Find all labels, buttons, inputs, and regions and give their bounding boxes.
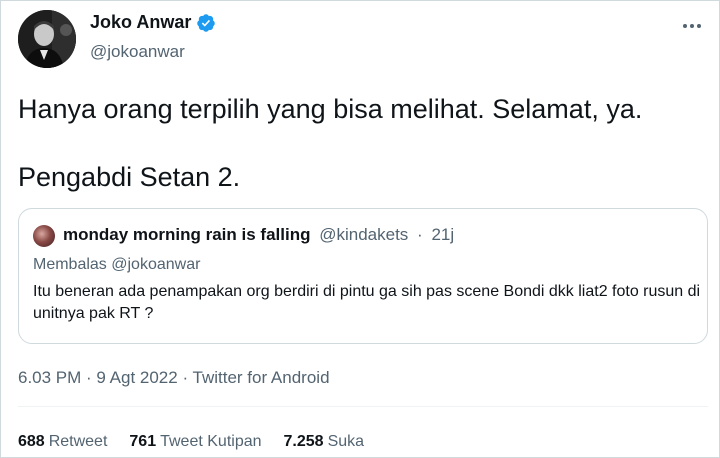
tweet-timestamp[interactable]: 6.03 PM · 9 Agt 2022 · Twitter for Andro… (18, 368, 330, 388)
quote-tweet-count-label: Tweet Kutipan (160, 433, 262, 450)
author-handle[interactable]: @jokoanwar (90, 42, 185, 62)
engagement-stats: 688 Retweet 761 Tweet Kutipan 7.258 Suka (18, 433, 386, 451)
profile-photo-icon (18, 10, 76, 68)
quoted-author-avatar[interactable] (33, 225, 55, 247)
retweet-count[interactable]: 688 Retweet (18, 433, 107, 451)
quote-tweet-count-value: 761 (129, 433, 157, 450)
quote-tweet-count[interactable]: 761 Tweet Kutipan (129, 433, 261, 451)
tweet-text-line2: Pengabdi Setan 2. (18, 162, 241, 192)
quoted-tweet-text: Itu beneran ada penampakan org berdiri d… (33, 283, 701, 322)
quoted-tweet[interactable]: monday morning rain is falling @kindaket… (18, 208, 708, 344)
like-count-value: 7.258 (283, 433, 324, 450)
author-name-row: Joko Anwar (90, 12, 216, 33)
like-count[interactable]: 7.258 Suka (284, 433, 365, 451)
quoted-time[interactable]: 21j (431, 225, 454, 244)
quoted-author-name[interactable]: monday morning rain is falling (63, 225, 310, 244)
quoted-author-handle[interactable]: @kindakets (319, 225, 408, 244)
quoted-separator: · (417, 225, 423, 244)
tweet-text-line1: Hanya orang terpilih yang bisa melihat. … (18, 94, 643, 124)
retweet-count-value: 688 (18, 433, 45, 450)
retweet-count-label: Retweet (48, 433, 108, 450)
quoted-tweet-header: monday morning rain is falling @kindaket… (63, 225, 454, 245)
verified-badge-icon (196, 13, 216, 33)
author-avatar[interactable] (18, 10, 76, 68)
replying-to-label: Membalas @jokoanwar (33, 256, 201, 273)
like-count-label: Suka (327, 433, 365, 450)
more-options-icon[interactable] (680, 14, 704, 38)
author-name[interactable]: Joko Anwar (90, 12, 191, 33)
divider (18, 406, 708, 407)
